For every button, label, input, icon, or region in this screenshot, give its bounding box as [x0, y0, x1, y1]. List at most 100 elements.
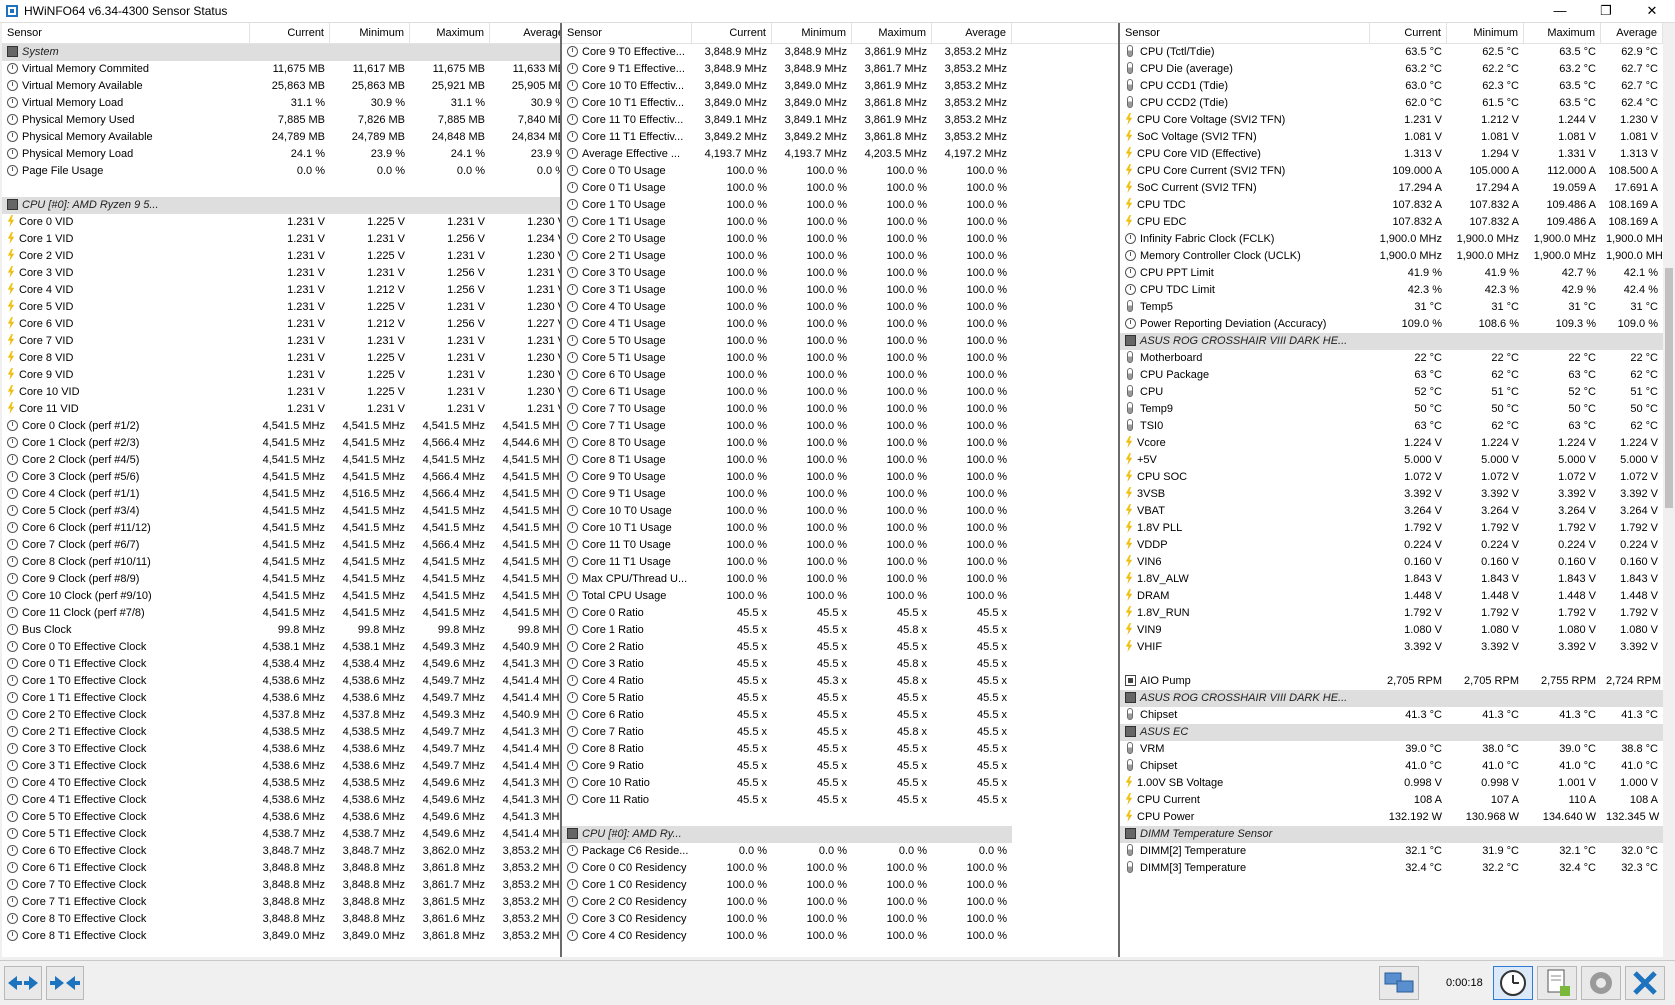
switch-layout-button[interactable]	[4, 966, 42, 1000]
sensor-row[interactable]: Average Effective ... 4,193.7 MHz 4,193.7 …	[562, 146, 1118, 163]
sensor-row[interactable]: CPU Core VID (Effective) 1.313 V 1.294 V 1.…	[1120, 146, 1675, 163]
sensor-row[interactable]: Virtual Memory Available 25,863 MB 25,863 …	[2, 78, 560, 95]
logging-button[interactable]	[1537, 966, 1577, 1000]
header-sensor[interactable]: Sensor	[562, 23, 692, 43]
sensor-row[interactable]: Core 4 T1 Effective Clock 4,538.6 MHz 4,53…	[2, 792, 560, 809]
sensor-row[interactable]: Memory Controller Clock (UCLK) 1,900.0 MH…	[1120, 248, 1675, 265]
sensor-row[interactable]: SoC Voltage (SVI2 TFN) 1.081 V 1.081 V 1.08…	[1120, 129, 1675, 146]
sensor-row[interactable]: Core 4 T1 Usage 100.0 % 100.0 % 100.0 % 100.…	[562, 316, 1118, 333]
sensor-row[interactable]: Physical Memory Load 24.1 % 23.9 % 24.1 % 23…	[2, 146, 560, 163]
sensor-row[interactable]: Core 8 T0 Effective Clock 3,848.8 MHz 3,84…	[2, 911, 560, 928]
sensor-row[interactable]: Core 9 VID 1.231 V 1.225 V 1.231 V 1.230 V	[2, 367, 560, 384]
sensor-row[interactable]: CPU CCD1 (Tdie) 63.0 °C 62.3 °C 63.5 °C 62.7…	[1120, 78, 1675, 95]
sensor-row[interactable]: Core 11 VID 1.231 V 1.231 V 1.231 V 1.231 V	[2, 401, 560, 418]
sensor-row[interactable]: Core 4 Ratio 45.5 x 45.3 x 45.8 x 45.5 x	[562, 673, 1118, 690]
sensor-row[interactable]: VRM 39.0 °C 38.0 °C 39.0 °C 38.8 °C	[1120, 741, 1675, 758]
header-minimum[interactable]: Minimum	[330, 23, 410, 43]
sensor-row[interactable]: Vcore 1.224 V 1.224 V 1.224 V 1.224 V	[1120, 435, 1675, 452]
header-maximum[interactable]: Maximum	[852, 23, 932, 43]
sensor-row[interactable]: Core 4 T0 Usage 100.0 % 100.0 % 100.0 % 100.…	[562, 299, 1118, 316]
sensor-row[interactable]: Temp9 50 °C 50 °C 50 °C 50 °C	[1120, 401, 1675, 418]
sensor-row[interactable]: SoC Current (SVI2 TFN) 17.294 A 17.294 A 19…	[1120, 180, 1675, 197]
sensor-row[interactable]: Core 1 T0 Effective Clock 4,538.6 MHz 4,53…	[2, 673, 560, 690]
sensor-row[interactable]: Core 3 T0 Effective Clock 4,538.6 MHz 4,53…	[2, 741, 560, 758]
sensor-row[interactable]: Core 8 T1 Effective Clock 3,849.0 MHz 3,84…	[2, 928, 560, 945]
header-sensor[interactable]: Sensor	[2, 23, 250, 43]
sensor-row[interactable]: Core 3 Ratio 45.5 x 45.5 x 45.8 x 45.5 x	[562, 656, 1118, 673]
sensor-row[interactable]: 1.00V SB Voltage 0.998 V 0.998 V 1.001 V 1.0…	[1120, 775, 1675, 792]
scrollbar-thumb[interactable]	[1665, 268, 1673, 508]
sensor-row[interactable]: 1.8V_RUN 1.792 V 1.792 V 1.792 V 1.792 V	[1120, 605, 1675, 622]
sensor-row[interactable]: CPU 52 °C 51 °C 52 °C 51 °C	[1120, 384, 1675, 401]
sensor-row[interactable]: CPU EDC 107.832 A 107.832 A 109.486 A 108.16…	[1120, 214, 1675, 231]
sensor-row[interactable]: Core 10 VID 1.231 V 1.225 V 1.231 V 1.230 V	[2, 384, 560, 401]
sensor-row[interactable]: Core 11 T0 Effectiv... 3,849.1 MHz 3,849.1…	[562, 112, 1118, 129]
sensor-panel-right[interactable]: Sensor Current Minimum Maximum Average C…	[1120, 23, 1675, 957]
sensor-row[interactable]: VDDP 0.224 V 0.224 V 0.224 V 0.224 V	[1120, 537, 1675, 554]
sensor-row[interactable]: AIO Pump 2,705 RPM 2,705 RPM 2,755 RPM 2,724…	[1120, 673, 1675, 690]
sensor-row[interactable]: Core 3 T0 Usage 100.0 % 100.0 % 100.0 % 100.…	[562, 265, 1118, 282]
sensor-row[interactable]: 3VSB 3.392 V 3.392 V 3.392 V 3.392 V	[1120, 486, 1675, 503]
sensor-row[interactable]: Core 8 Ratio 45.5 x 45.5 x 45.5 x 45.5 x	[562, 741, 1118, 758]
close-window-button[interactable]: ✕	[1629, 0, 1675, 22]
sensor-row[interactable]: Core 5 T0 Usage 100.0 % 100.0 % 100.0 % 100.…	[562, 333, 1118, 350]
minimize-button[interactable]: —	[1537, 0, 1583, 22]
sensor-group-row[interactable]: CPU [#0]: AMD Ry...	[562, 826, 1118, 843]
sensor-row[interactable]: Core 3 T1 Effective Clock 4,538.6 MHz 4,53…	[2, 758, 560, 775]
sensor-row[interactable]: Core 4 VID 1.231 V 1.212 V 1.256 V 1.231 V	[2, 282, 560, 299]
sensor-group-row[interactable]: ASUS EC	[1120, 724, 1675, 741]
sensor-row[interactable]: Core 2 Clock (perf #4/5) 4,541.5 MHz 4,541…	[2, 452, 560, 469]
sensor-row[interactable]: Core 5 T1 Usage 100.0 % 100.0 % 100.0 % 100.…	[562, 350, 1118, 367]
sensor-row[interactable]: Core 3 Clock (perf #5/6) 4,541.5 MHz 4,541…	[2, 469, 560, 486]
sensor-row[interactable]: Core 6 Ratio 45.5 x 45.5 x 45.5 x 45.5 x	[562, 707, 1118, 724]
collapse-columns-button[interactable]	[46, 966, 84, 1000]
sensor-row[interactable]: VBAT 3.264 V 3.264 V 3.264 V 3.264 V	[1120, 503, 1675, 520]
header-maximum[interactable]: Maximum	[410, 23, 490, 43]
sensor-panel-middle[interactable]: Sensor Current Minimum Maximum Average C…	[562, 23, 1120, 957]
sensor-row[interactable]: Core 7 T0 Effective Clock 3,848.8 MHz 3,84…	[2, 877, 560, 894]
sensor-row[interactable]: CPU Core Current (SVI2 TFN) 109.000 A 105.…	[1120, 163, 1675, 180]
sensor-row[interactable]: Power Reporting Deviation (Accuracy) 109.…	[1120, 316, 1675, 333]
sensor-row[interactable]: Core 2 T0 Usage 100.0 % 100.0 % 100.0 % 100.…	[562, 231, 1118, 248]
sensor-row[interactable]: Core 6 T1 Effective Clock 3,848.8 MHz 3,84…	[2, 860, 560, 877]
header-current[interactable]: Current	[692, 23, 772, 43]
sensor-row[interactable]: Core 7 T1 Effective Clock 3,848.8 MHz 3,84…	[2, 894, 560, 911]
sensor-row[interactable]: 1.8V_ALW 1.843 V 1.843 V 1.843 V 1.843 V	[1120, 571, 1675, 588]
sensor-row[interactable]: Core 2 T0 Effective Clock 4,537.8 MHz 4,53…	[2, 707, 560, 724]
sensor-row[interactable]: Core 7 Clock (perf #6/7) 4,541.5 MHz 4,541…	[2, 537, 560, 554]
sensor-row[interactable]: Core 11 Ratio 45.5 x 45.5 x 45.5 x 45.5 x	[562, 792, 1118, 809]
sensor-row[interactable]: Motherboard 22 °C 22 °C 22 °C 22 °C	[1120, 350, 1675, 367]
sensor-row[interactable]: CPU Core Voltage (SVI2 TFN) 1.231 V 1.212 …	[1120, 112, 1675, 129]
sensor-row[interactable]: Core 4 Clock (perf #1/1) 4,541.5 MHz 4,516…	[2, 486, 560, 503]
header-average[interactable]: Average	[932, 23, 1012, 43]
sensor-row[interactable]: Core 8 Clock (perf #10/11) 4,541.5 MHz 4,5…	[2, 554, 560, 571]
sensor-row[interactable]: Core 5 T1 Effective Clock 4,538.7 MHz 4,53…	[2, 826, 560, 843]
sensor-row[interactable]: Chipset 41.3 °C 41.3 °C 41.3 °C 41.3 °C	[1120, 707, 1675, 724]
sensor-row[interactable]: VIN9 1.080 V 1.080 V 1.080 V 1.080 V	[1120, 622, 1675, 639]
sensor-row[interactable]: Core 9 T1 Usage 100.0 % 100.0 % 100.0 % 100.…	[562, 486, 1118, 503]
sensor-row[interactable]: Core 5 Clock (perf #3/4) 4,541.5 MHz 4,541…	[2, 503, 560, 520]
sensor-row[interactable]: 1.8V PLL 1.792 V 1.792 V 1.792 V 1.792 V	[1120, 520, 1675, 537]
sensor-row[interactable]: Core 10 Ratio 45.5 x 45.5 x 45.5 x 45.5 x	[562, 775, 1118, 792]
sensor-row[interactable]: Core 4 C0 Residency 100.0 % 100.0 % 100.0 %…	[562, 928, 1118, 945]
header-maximum[interactable]: Maximum	[1524, 23, 1601, 43]
sensor-row[interactable]: Core 6 T0 Effective Clock 3,848.7 MHz 3,84…	[2, 843, 560, 860]
maximize-button[interactable]: ❐	[1583, 0, 1629, 22]
sensor-row[interactable]: Physical Memory Available 24,789 MB 24,789…	[2, 129, 560, 146]
sensor-row[interactable]: Page File Usage0.0 %0.0 %0.0 %0.0 %	[2, 163, 560, 180]
sensor-row[interactable]: CPU Power 132.192 W 130.968 W 134.640 W 132.…	[1120, 809, 1675, 826]
sensor-row[interactable]: Virtual Memory Commited 11,675 MB 11,617 M…	[2, 61, 560, 78]
sensor-row[interactable]: Core 3 T1 Usage 100.0 % 100.0 % 100.0 % 100.…	[562, 282, 1118, 299]
sensor-row[interactable]: Bus Clock 99.8 MHz 99.8 MHz 99.8 MHz 99.8 MH…	[2, 622, 560, 639]
sensor-row[interactable]: Core 7 T1 Usage 100.0 % 100.0 % 100.0 % 100.…	[562, 418, 1118, 435]
sensor-row[interactable]: Core 0 T0 Effective Clock 4,538.1 MHz 4,53…	[2, 639, 560, 656]
sensor-row[interactable]: DRAM 1.448 V 1.448 V 1.448 V 1.448 V	[1120, 588, 1675, 605]
sensor-row[interactable]: Core 0 C0 Residency 100.0 % 100.0 % 100.0 %…	[562, 860, 1118, 877]
sensor-row[interactable]: Core 2 Ratio 45.5 x 45.5 x 45.5 x 45.5 x	[562, 639, 1118, 656]
sensor-row[interactable]: Core 0 T1 Usage 100.0 % 100.0 % 100.0 % 100.…	[562, 180, 1118, 197]
sensor-row[interactable]: Core 11 T1 Effectiv... 3,849.2 MHz 3,849.2…	[562, 129, 1118, 146]
sensor-row[interactable]: Core 6 T0 Usage 100.0 % 100.0 % 100.0 % 100.…	[562, 367, 1118, 384]
sensor-row[interactable]: DIMM[2] Temperature 32.1 °C 31.9 °C 32.1 °C…	[1120, 843, 1675, 860]
sensor-row[interactable]: Max CPU/Thread U... 100.0 % 100.0 % 100.0 %…	[562, 571, 1118, 588]
sensor-row[interactable]: Core 8 T1 Usage 100.0 % 100.0 % 100.0 % 100.…	[562, 452, 1118, 469]
